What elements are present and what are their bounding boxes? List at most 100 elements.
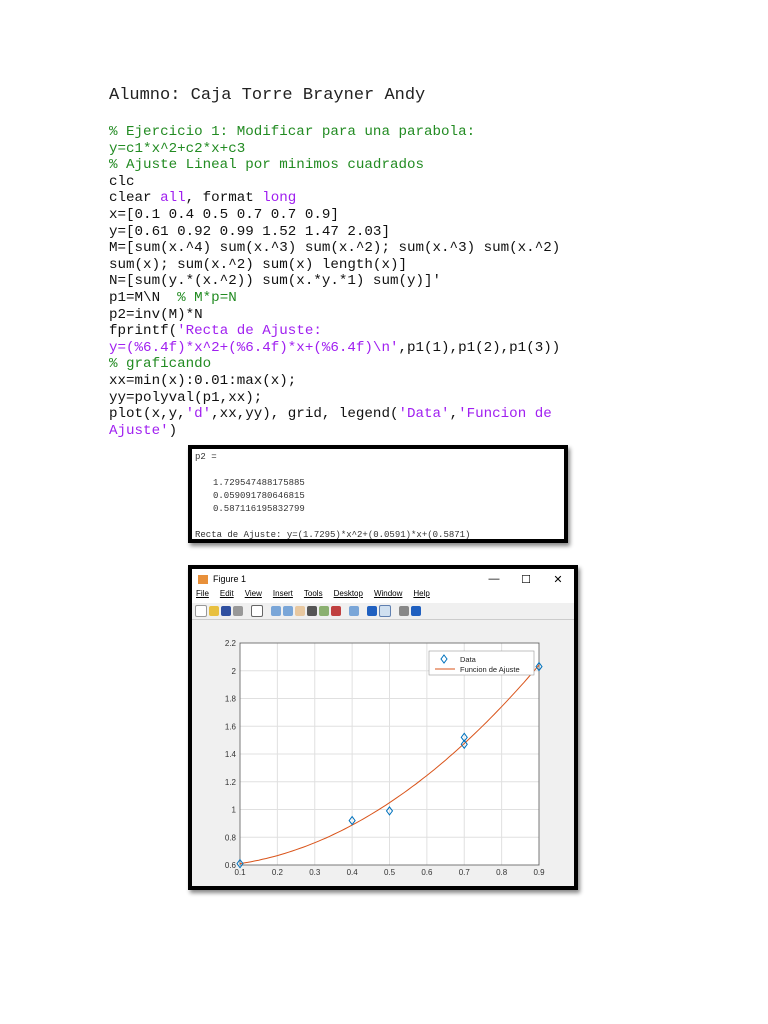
matlab-code: % Ejercicio 1: Modificar para una parabo… [109,124,560,439]
code-line: yy=polyval(p1,xx); [109,390,560,407]
code-line: Ajuste') [109,423,560,440]
x-tick-label: 0.5 [384,868,396,877]
menu-help[interactable]: Help [413,589,429,603]
code-string: all [160,190,186,207]
code-string: 'd' [185,406,212,423]
y-tick-label: 1.8 [225,695,237,704]
brush-icon[interactable] [331,606,341,616]
code-text: clear [109,190,161,207]
code-line: y=c1*x^2+c2*x+c3 [109,141,560,158]
code-text: M=[sum(x.^4) sum(x.^3) sum(x.^2); sum(x.… [109,240,561,257]
matlab-icon [198,574,208,584]
code-string: 'Data' [398,406,450,423]
code-text: yy=polyval(p1,xx); [109,389,263,406]
code-text: x=[0.1 0.4 0.5 0.7 0.7 0.9] [109,206,339,223]
code-line: % graficando [109,356,560,373]
code-line: clear all, format long [109,190,560,207]
new-icon[interactable] [195,605,207,617]
code-string: long [262,190,297,207]
code-line: plot(x,y,'d',xx,yy), grid, legend('Data'… [109,406,560,423]
plot-axes: 0.1 0.2 0.3 0.4 0.5 0.6 0.7 0.8 0.9 0.6 0.8 1 1.2 1.4… [225,639,545,877]
hide-plot-tools-icon[interactable] [399,606,409,616]
console-value: 0.059091780646815 [213,491,305,501]
student-name: Alumno: Caja Torre Brayner Andy [109,86,426,105]
menu-edit[interactable]: Edit [220,589,234,603]
code-line: x=[0.1 0.4 0.5 0.7 0.7 0.9] [109,207,560,224]
window-title: Figure 1 [213,574,247,584]
code-text: xx=min(x):0.01:max(x); [109,372,297,389]
menu-insert[interactable]: Insert [273,589,293,603]
legend-icon[interactable] [379,605,391,617]
console-value: 1.729547488175885 [213,478,305,488]
code-line: y=(%6.4f)*x^2+(%6.4f)*x+(%6.4f)\n',p1(1)… [109,340,560,357]
x-tick-label: 0.9 [533,868,545,877]
y-tick-label: 1.6 [225,722,237,731]
code-text: ,xx,yy), grid, legend( [211,406,399,423]
colorbar-icon[interactable] [367,606,377,616]
maximize-button[interactable]: ☐ [510,573,542,586]
code-text: ,p1(1),p1(2),p1(3)) [398,339,561,356]
rotate-icon[interactable] [307,606,317,616]
x-tick-label: 0.4 [347,868,359,877]
code-text: sum(x); sum(x.^2) sum(x) length(x)] [109,256,407,273]
pan-icon[interactable] [295,606,305,616]
legend-label: Data [460,655,477,664]
y-tick-label: 1.4 [225,750,237,759]
x-tick-label: 0.6 [421,868,433,877]
pointer-icon[interactable] [251,605,263,617]
code-line: sum(x); sum(x.^2) sum(x) length(x)] [109,257,560,274]
y-tick-label: 1 [232,806,237,815]
link-icon[interactable] [349,606,359,616]
code-comment: % Ejercicio 1: Modificar para una parabo… [109,124,476,140]
y-tick-label: 1.2 [225,778,237,787]
code-line: N=[sum(y.*(x.^2)) sum(x.*y.*1) sum(y)]' [109,273,560,290]
zoom-in-icon[interactable] [271,606,281,616]
code-line: xx=min(x):0.01:max(x); [109,373,560,390]
menu-tools[interactable]: Tools [304,589,323,603]
menu-view[interactable]: View [245,589,262,603]
zoom-out-icon[interactable] [283,606,293,616]
toolbar [192,603,574,620]
x-tick-label: 0.2 [272,868,284,877]
code-string: 'Recta de Ajuste: [177,323,322,340]
open-icon[interactable] [209,606,219,616]
code-string: 'Funcion de [458,406,552,423]
code-line: p1=M\N % M*p=N [109,290,560,307]
code-text: , [449,406,459,423]
console-result: Recta de Ajuste: y=(1.7295)*x^2+(0.0591)… [195,530,471,540]
title-bar: Figure 1 — ☐ ✕ [192,569,574,589]
code-line: fprintf('Recta de Ajuste: [109,323,560,340]
legend-label: Funcion de Ajuste [460,665,520,674]
menu-file[interactable]: File [196,589,209,603]
code-line: p2=inv(M)*N [109,307,560,324]
menu-window[interactable]: Window [374,589,402,603]
x-tick-label: 0.8 [496,868,508,877]
code-line: M=[sum(x.^4) sum(x.^3) sum(x.^2); sum(x.… [109,240,560,257]
code-line: % Ejercicio 1: Modificar para una parabo… [109,124,560,141]
menu-desktop[interactable]: Desktop [334,589,363,603]
figure-window: Figure 1 — ☐ ✕ File Edit View Insert Tools Desk… [188,565,578,890]
console-header: p2 = [195,452,217,462]
code-text: clc [109,173,135,190]
y-tick-label: 2 [232,667,237,676]
code-comment: % Ajuste Lineal por minimos cuadrados [109,157,425,174]
code-string: Ajuste' [109,422,169,439]
code-text: N=[sum(y.*(x.^2)) sum(x.*y.*1) sum(y)]' [109,273,442,290]
save-icon[interactable] [221,606,231,616]
data-cursor-icon[interactable] [319,606,329,616]
minimize-button[interactable]: — [478,573,510,585]
x-tick-label: 0.1 [234,868,246,877]
close-button[interactable]: ✕ [542,573,574,586]
code-comment: y=c1*x^2+c2*x+c3 [109,140,246,157]
show-plot-tools-icon[interactable] [411,606,421,616]
console-value: 0.587116195832799 [213,504,305,514]
y-tick-label: 0.6 [225,861,237,870]
code-text: ) [168,422,178,439]
code-string: y=(%6.4f)*x^2+(%6.4f)*x+(%6.4f)\n' [109,339,399,356]
code-comment: % M*p=N [177,289,237,306]
code-text: , format [185,190,263,207]
print-icon[interactable] [233,606,243,616]
console-output: p2 = 1.729547488175885 0.059091780646815 0… [188,445,568,543]
y-tick-label: 0.8 [225,833,237,842]
y-tick-label: 2.2 [225,639,237,648]
